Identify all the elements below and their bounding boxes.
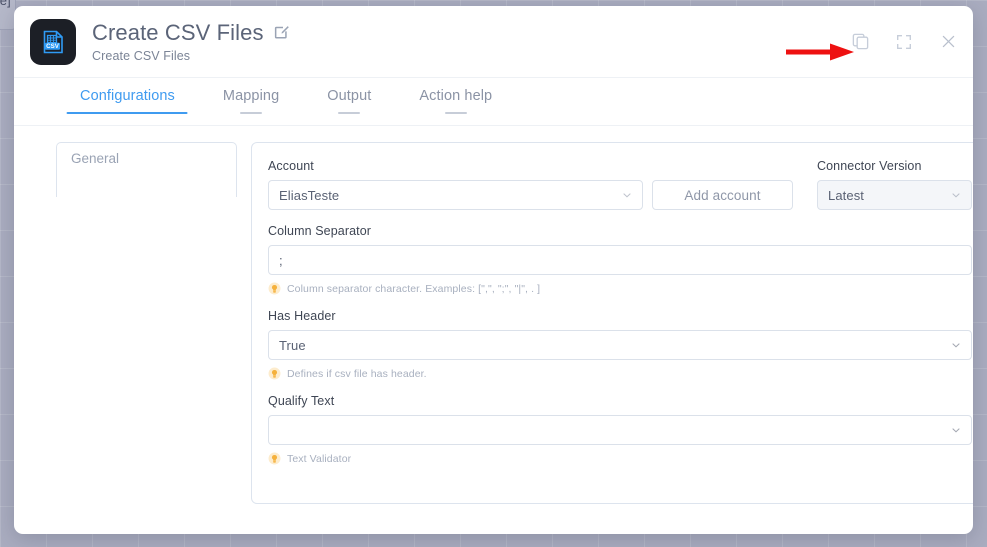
tab-indicator: [444, 112, 467, 114]
tab-action-help[interactable]: Action help: [395, 78, 516, 116]
account-row: Account EliasTeste Add account Connector…: [268, 159, 972, 210]
tab-configurations[interactable]: Configurations: [56, 78, 199, 116]
column-separator-hint-text: Column separator character. Examples: ["…: [287, 282, 541, 295]
connector-version-field: Connector Version Latest: [817, 159, 972, 210]
tab-output[interactable]: Output: [303, 78, 395, 116]
has-header-hint: Defines if csv file has header.: [268, 367, 972, 380]
tab-output-label: Output: [327, 88, 372, 104]
tab-indicator: [240, 112, 263, 114]
tab-mapping[interactable]: Mapping: [199, 78, 303, 116]
chevron-down-icon: [952, 193, 960, 198]
close-icon[interactable]: [937, 31, 959, 53]
add-account-button[interactable]: Add account: [652, 180, 793, 210]
connector-version-label: Connector Version: [817, 159, 922, 173]
lightbulb-icon: [268, 367, 281, 380]
background-node-label: e]: [0, 0, 11, 8]
chevron-down-icon: [952, 343, 960, 348]
qualify-text-field: Qualify Text Text Validator: [268, 394, 972, 465]
action-configuration-modal: CSV Create CSV Files Create CSV Files Co…: [14, 6, 973, 534]
column-separator-value: ;: [279, 252, 283, 268]
connector-version-select[interactable]: Latest: [817, 180, 972, 210]
has-header-hint-text: Defines if csv file has header.: [287, 367, 427, 380]
header-actions: [849, 31, 959, 53]
has-header-value: True: [279, 337, 306, 353]
header-titles: Create CSV Files Create CSV Files: [92, 20, 290, 63]
tab-indicator: [338, 112, 361, 114]
tab-mapping-label: Mapping: [222, 88, 280, 104]
sidebar-item-general[interactable]: General: [56, 142, 237, 174]
has-header-field: Has Header True Defines if csv file has …: [268, 309, 972, 380]
lightbulb-icon: [268, 282, 281, 295]
action-subtitle: Create CSV Files: [92, 49, 191, 64]
tab-active-indicator: [67, 112, 188, 114]
modal-body: General Account EliasTeste Add account C…: [14, 126, 973, 504]
red-arrow-annotation: [786, 43, 854, 61]
svg-text:CSV: CSV: [46, 43, 60, 50]
qualify-text-select[interactable]: [268, 415, 972, 445]
add-account-label: Add account: [684, 187, 761, 203]
chevron-down-icon: [952, 428, 960, 433]
account-value: EliasTeste: [279, 187, 340, 203]
chevron-down-icon: [623, 193, 631, 198]
column-separator-hint: Column separator character. Examples: ["…: [268, 282, 972, 295]
has-header-select[interactable]: True: [268, 330, 972, 360]
lightbulb-icon: [268, 452, 281, 465]
tab-action-help-label: Action help: [419, 88, 493, 104]
fullscreen-icon[interactable]: [893, 31, 915, 53]
section-sidebar: General: [56, 142, 237, 504]
action-title-row: Create CSV Files: [92, 20, 290, 45]
qualify-text-hint: Text Validator: [268, 452, 972, 465]
edit-pencil-icon[interactable]: [273, 24, 290, 41]
modal-header: CSV Create CSV Files Create CSV Files: [14, 6, 973, 78]
connector-version-value: Latest: [828, 187, 865, 203]
qualify-text-label: Qualify Text: [268, 394, 335, 408]
tab-bar: Configurations Mapping Output Action hel…: [14, 78, 973, 126]
column-separator-input[interactable]: ;: [268, 245, 972, 275]
tab-configurations-label: Configurations: [80, 88, 175, 104]
column-separator-label: Column Separator: [268, 224, 372, 238]
sidebar-filler: [56, 173, 237, 197]
configuration-form-panel: Account EliasTeste Add account Connector…: [251, 142, 973, 504]
qualify-text-hint-text: Text Validator: [287, 452, 352, 465]
column-separator-field: Column Separator ; Column separator char…: [268, 224, 972, 295]
csv-file-icon: CSV: [30, 18, 76, 65]
account-field: Account EliasTeste: [268, 159, 643, 210]
account-label: Account: [268, 159, 314, 173]
duplicate-icon[interactable]: [849, 31, 871, 53]
has-header-label: Has Header: [268, 309, 336, 323]
sidebar-item-label: General: [71, 151, 120, 166]
account-select[interactable]: EliasTeste: [268, 180, 643, 210]
page-title: Create CSV Files: [92, 19, 264, 45]
